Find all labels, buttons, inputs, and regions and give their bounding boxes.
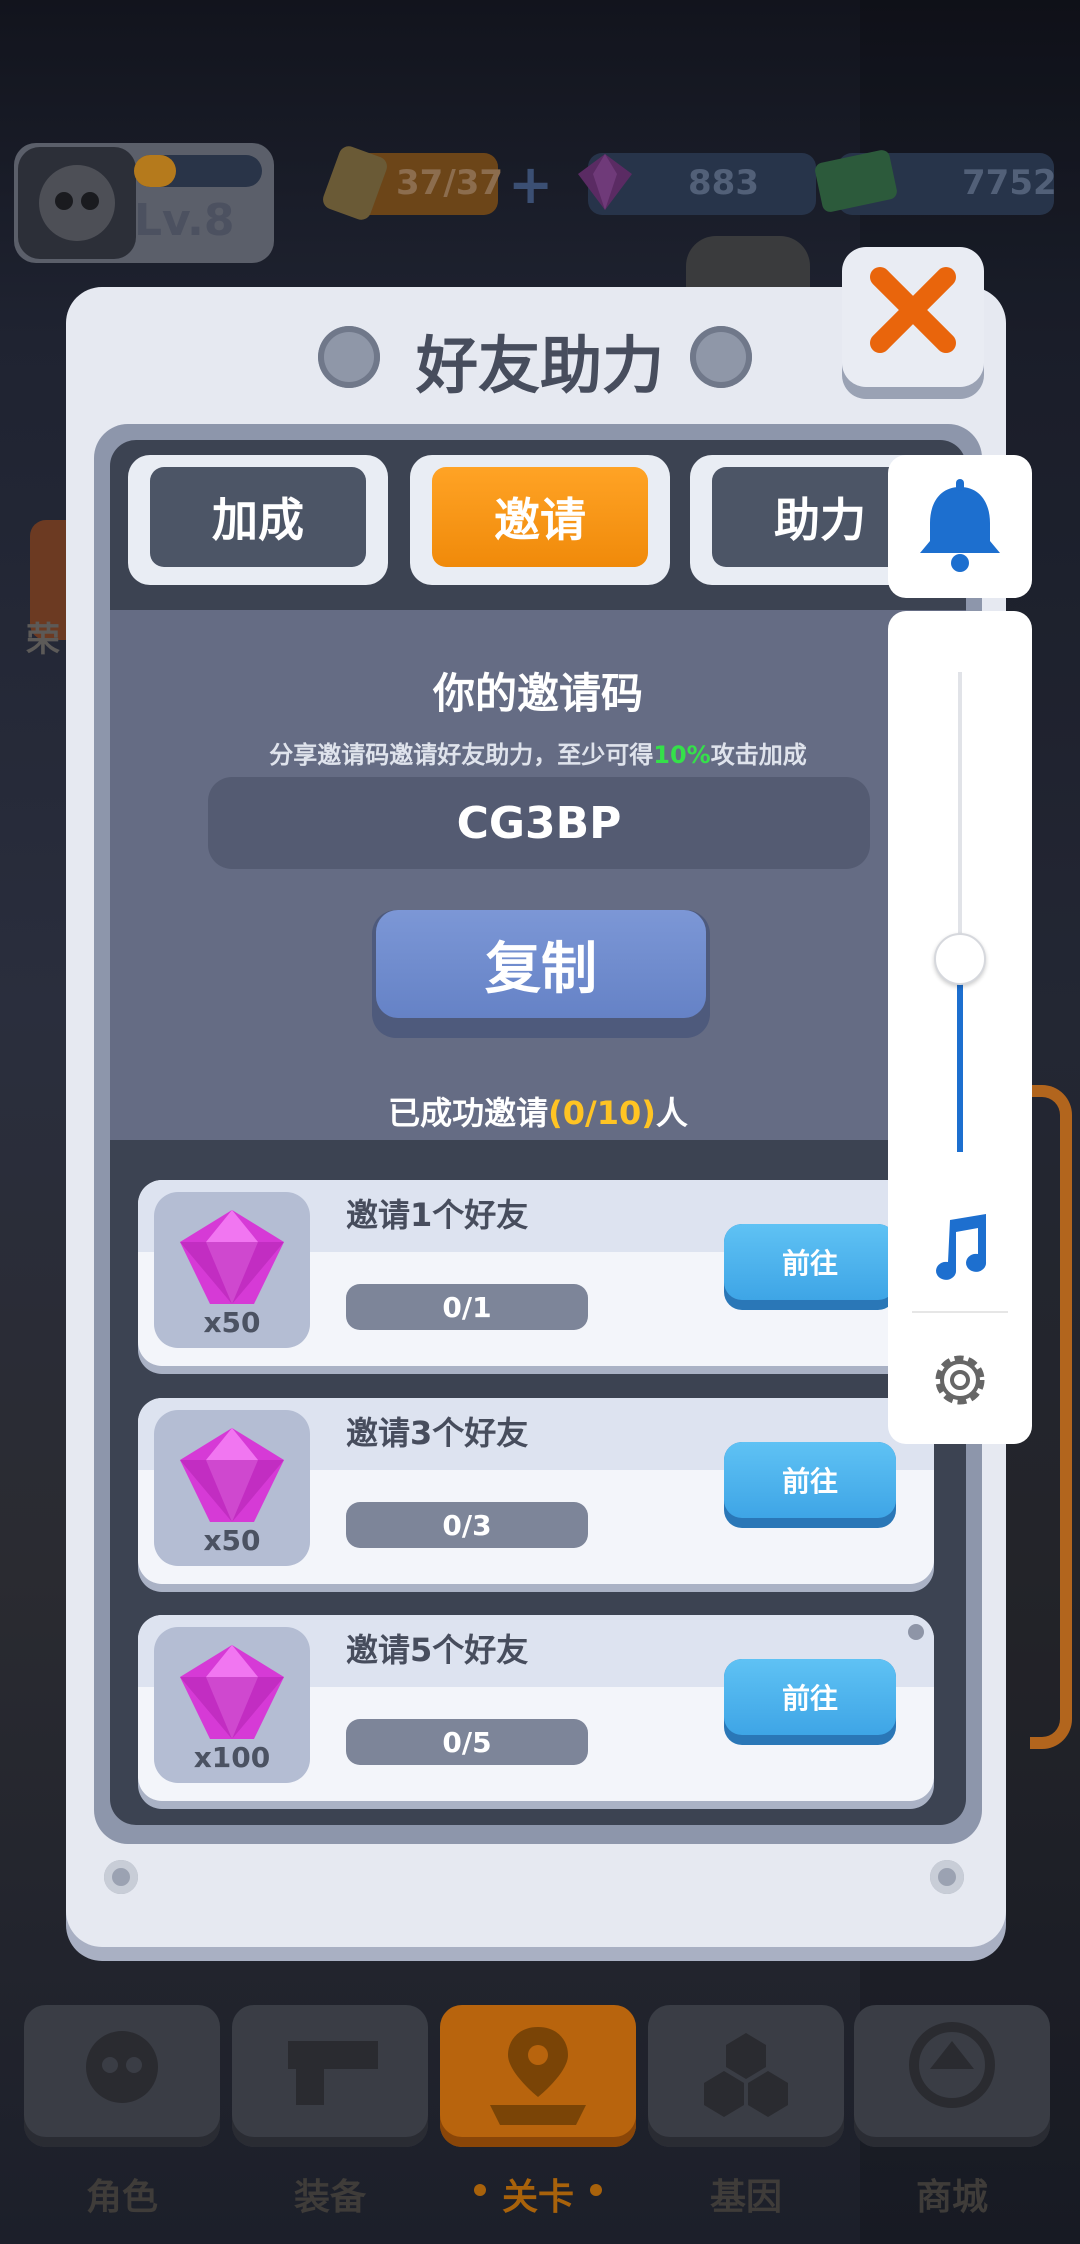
right-orange-rail bbox=[1030, 1085, 1072, 1749]
volume-slider-fill bbox=[957, 957, 963, 1152]
hexagons-icon bbox=[704, 2033, 788, 2117]
task-row: x50 邀请3个好友 0/3 前往 bbox=[138, 1398, 934, 1584]
invite-code-value: CG3BP bbox=[208, 777, 870, 869]
go-button-label: 前往 bbox=[724, 1442, 896, 1518]
nav-active-dot bbox=[590, 2184, 602, 2196]
go-button[interactable]: 前往 bbox=[724, 1659, 896, 1745]
nav-label: 商城 bbox=[915, 2177, 988, 2218]
nav-gene[interactable] bbox=[648, 2005, 844, 2147]
map-pin-icon bbox=[490, 2027, 586, 2125]
nav-level[interactable] bbox=[440, 2005, 636, 2147]
gem-icon bbox=[572, 148, 638, 214]
settings-gear-icon[interactable] bbox=[924, 1344, 996, 1416]
nav-shop[interactable] bbox=[854, 2005, 1050, 2147]
reward-quantity: x50 bbox=[203, 1306, 261, 1339]
skull-icon bbox=[39, 165, 115, 241]
avatar bbox=[18, 147, 136, 259]
task-progress: 0/1 bbox=[346, 1284, 588, 1330]
shop-icon bbox=[909, 2022, 995, 2108]
invite-code-description: 分享邀请码邀请好友助力，至少可得10%攻击加成 bbox=[269, 741, 807, 769]
ringer-mode-button[interactable] bbox=[888, 455, 1032, 598]
side-tab-label: 荣 bbox=[26, 620, 60, 660]
cash-value: 7752 bbox=[962, 163, 1057, 203]
copy-button[interactable]: 复制 bbox=[372, 910, 710, 1038]
gun-icon bbox=[288, 2041, 378, 2105]
tab-invite[interactable]: 邀请 bbox=[410, 455, 670, 585]
invited-count: 已成功邀请(0/10)人 bbox=[388, 1094, 688, 1132]
go-button[interactable]: 前往 bbox=[724, 1442, 896, 1528]
volume-slider-thumb[interactable] bbox=[934, 933, 986, 985]
reward-quantity: x100 bbox=[193, 1741, 271, 1774]
nav-active-dot bbox=[474, 2184, 486, 2196]
task-row: x100 邀请5个好友 0/5 前往 bbox=[138, 1615, 934, 1801]
tab-label: 邀请 bbox=[432, 467, 648, 567]
player-card[interactable]: Lv.8 bbox=[14, 143, 274, 263]
go-button-label: 前往 bbox=[724, 1224, 896, 1300]
list-scroll-indicator bbox=[908, 1624, 924, 1640]
invite-code-label: 你的邀请码 bbox=[432, 669, 643, 718]
task-name: 邀请5个好友 bbox=[346, 1631, 529, 1669]
volume-panel-divider bbox=[912, 1311, 1008, 1313]
bonus-percent: 10% bbox=[653, 741, 711, 769]
task-progress: 0/3 bbox=[346, 1502, 588, 1548]
nav-label: 角色 bbox=[85, 2177, 158, 2218]
xp-bar bbox=[134, 155, 262, 187]
skull-icon bbox=[86, 2031, 158, 2103]
gems-value: 883 bbox=[688, 163, 759, 203]
nav-equipment[interactable] bbox=[232, 2005, 428, 2147]
task-progress: 0/5 bbox=[346, 1719, 588, 1765]
go-button[interactable]: 前往 bbox=[724, 1224, 896, 1310]
task-name: 邀请3个好友 bbox=[346, 1414, 529, 1452]
go-button-label: 前往 bbox=[724, 1659, 896, 1735]
level-label: Lv.8 bbox=[134, 195, 235, 246]
nav-character[interactable] bbox=[24, 2005, 220, 2147]
screw-icon bbox=[930, 1860, 964, 1894]
add-energy-icon[interactable]: + bbox=[508, 158, 558, 212]
nav-label: 关卡 bbox=[501, 2177, 574, 2218]
copy-button-label: 复制 bbox=[376, 910, 706, 1018]
tab-label: 加成 bbox=[150, 467, 366, 567]
reward-quantity: x50 bbox=[203, 1524, 261, 1557]
bell-icon bbox=[920, 479, 1000, 572]
nav-label: 装备 bbox=[293, 2177, 366, 2218]
task-name: 邀请1个好友 bbox=[346, 1196, 529, 1234]
close-icon bbox=[870, 267, 956, 353]
music-note-icon bbox=[920, 1210, 1000, 1290]
screw-icon bbox=[104, 1860, 138, 1894]
close-button[interactable] bbox=[842, 247, 984, 387]
dialog-title: 好友助力 bbox=[415, 329, 664, 402]
energy-value: 37/37 bbox=[396, 163, 504, 203]
task-row: x50 邀请1个好友 0/1 前往 bbox=[138, 1180, 934, 1366]
nav-label: 基因 bbox=[709, 2177, 782, 2218]
tab-bonus[interactable]: 加成 bbox=[128, 455, 388, 585]
